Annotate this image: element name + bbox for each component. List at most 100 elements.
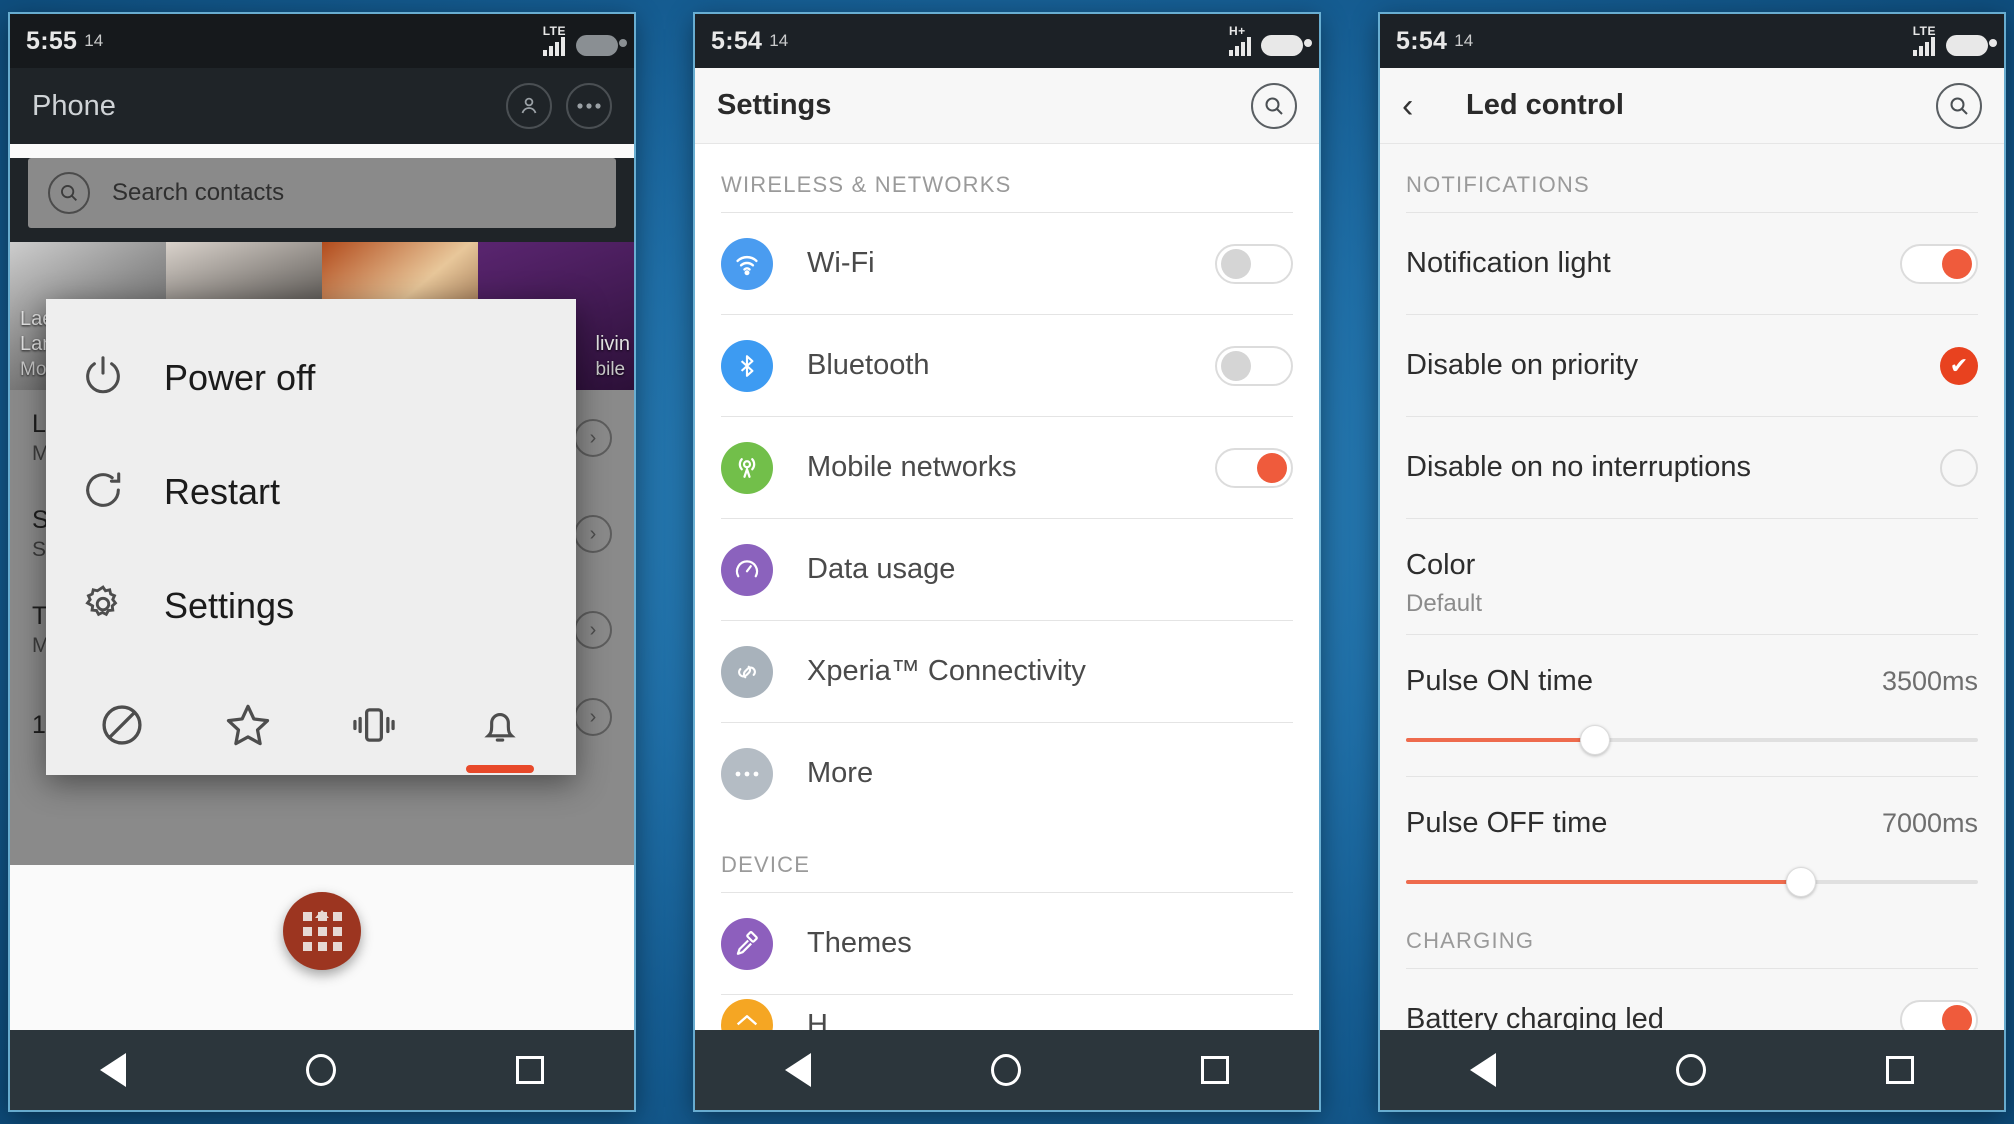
- phone-screen-dialer: 5:55 14 LTE Phone Search contacts Lae La…: [10, 14, 634, 1110]
- row-disable-on-no-interruptions[interactable]: Disable on no interruptions: [1380, 417, 2004, 518]
- status-icons: H+: [1229, 24, 1312, 56]
- row-value: 7000ms: [1881, 808, 1978, 838]
- system-nav-bar: [1380, 1030, 2004, 1110]
- chevron-right-icon[interactable]: ›: [574, 698, 612, 736]
- mobile-networks-toggle[interactable]: [1215, 447, 1293, 488]
- star-icon[interactable]: [210, 687, 286, 763]
- status-seconds: 14: [84, 31, 104, 50]
- settings-app-bar: Settings: [695, 68, 1319, 144]
- sidebar-item-wifi[interactable]: Wi-Fi: [695, 213, 1319, 314]
- bell-icon[interactable]: [462, 687, 538, 773]
- section-header-charging: CHARGING: [1406, 928, 1535, 953]
- home-icon[interactable]: [1676, 1054, 1706, 1086]
- power-icon: [80, 353, 126, 404]
- led-settings-list: NOTIFICATIONS Notification light Disable…: [1380, 144, 2004, 1030]
- recents-icon[interactable]: [1201, 1056, 1229, 1084]
- disable-on-priority-checkbox[interactable]: ✔: [1940, 346, 1978, 385]
- recents-icon[interactable]: [516, 1056, 544, 1084]
- row-disable-on-priority[interactable]: Disable on priority ✔: [1380, 315, 2004, 416]
- block-icon[interactable]: [84, 687, 160, 763]
- sidebar-item-themes[interactable]: Themes: [695, 893, 1319, 994]
- row-title: Notification light: [1406, 247, 1611, 279]
- row-pulse-off-time[interactable]: Pulse OFF time 7000ms: [1380, 777, 2004, 918]
- status-bar: 5:54 14 H+: [695, 14, 1319, 68]
- wifi-toggle[interactable]: [1215, 243, 1293, 284]
- power-off-label: Power off: [164, 357, 316, 398]
- bluetooth-icon: [721, 339, 773, 392]
- network-type-label: H+: [1229, 24, 1246, 38]
- search-input[interactable]: Search contacts: [28, 158, 616, 228]
- led-control-app-bar: ‹ Led control: [1380, 68, 2004, 144]
- notification-light-toggle[interactable]: [1900, 243, 1978, 284]
- settings-button[interactable]: Settings: [46, 549, 576, 663]
- row-pulse-on-time[interactable]: Pulse ON time 3500ms: [1380, 635, 2004, 776]
- battery-charging-led-toggle[interactable]: [1900, 999, 1978, 1030]
- home-icon[interactable]: [991, 1054, 1021, 1086]
- more-vert-icon[interactable]: [566, 83, 612, 129]
- settings-list: WIRELESS & NETWORKS Wi-Fi Bluetooth Mobi…: [695, 144, 1319, 1030]
- bluetooth-toggle[interactable]: [1215, 345, 1293, 386]
- system-nav-bar: [695, 1030, 1319, 1110]
- wifi-icon: [721, 237, 773, 290]
- system-nav-bar: [10, 1030, 634, 1110]
- signal-icon: H+: [1229, 24, 1251, 56]
- signal-icon: LTE: [1912, 25, 1936, 56]
- home-icon[interactable]: [306, 1054, 336, 1086]
- network-type-label: LTE: [542, 24, 566, 38]
- chevron-right-icon[interactable]: ›: [574, 515, 612, 553]
- sidebar-item-label: More: [807, 757, 874, 789]
- sidebar-item-more[interactable]: More: [695, 723, 1319, 824]
- recents-icon[interactable]: [1886, 1056, 1914, 1084]
- back-icon[interactable]: [100, 1053, 126, 1087]
- pulse-on-slider[interactable]: [1406, 725, 1978, 755]
- status-icons: LTE: [1912, 25, 1997, 56]
- row-title: Disable on priority: [1406, 349, 1639, 381]
- dialpad-fab[interactable]: [283, 892, 361, 970]
- row-title: Battery charging led: [1406, 1003, 1664, 1030]
- paint-roller-icon: [721, 917, 773, 970]
- row-battery-charging-led[interactable]: Battery charging led: [1380, 969, 2004, 1030]
- row-title: Pulse OFF time: [1406, 807, 1608, 839]
- vibrate-icon[interactable]: [336, 687, 412, 763]
- mobile-network-icon: [721, 441, 773, 494]
- back-icon[interactable]: [785, 1053, 811, 1087]
- sidebar-item-xperia-connectivity[interactable]: Xperia™ Connectivity: [695, 621, 1319, 722]
- row-notification-light[interactable]: Notification light: [1380, 213, 2004, 314]
- battery-icon: [1946, 35, 1997, 56]
- restart-label: Restart: [164, 471, 281, 512]
- search-icon[interactable]: [1251, 82, 1297, 129]
- back-icon[interactable]: [1470, 1053, 1496, 1087]
- more-horiz-icon: [721, 747, 773, 800]
- person-icon[interactable]: [506, 83, 552, 129]
- row-title: Disable on no interruptions: [1406, 451, 1751, 483]
- dialer-app-bar: Phone: [10, 68, 634, 144]
- chevron-right-icon[interactable]: ›: [574, 611, 612, 649]
- status-time: 5:55: [26, 26, 78, 55]
- row-value: 3500ms: [1881, 666, 1978, 696]
- row-title: Pulse ON time: [1406, 665, 1593, 697]
- data-usage-icon: [721, 543, 773, 596]
- chevron-right-icon[interactable]: ›: [574, 419, 612, 457]
- sidebar-item-label: H: [807, 1008, 828, 1031]
- search-icon[interactable]: [1936, 82, 1982, 129]
- chevron-left-icon[interactable]: ‹: [1402, 89, 1448, 123]
- power-off-button[interactable]: Power off: [46, 321, 576, 435]
- search-area: Search contacts: [10, 158, 634, 242]
- gear-icon: [80, 581, 126, 632]
- disable-on-no-interruptions-checkbox[interactable]: [1940, 448, 1978, 487]
- status-time: 5:54: [711, 26, 763, 55]
- power-menu-dialog: Power off Restart Settings: [46, 299, 576, 775]
- sidebar-item-mobile-networks[interactable]: Mobile networks: [695, 417, 1319, 518]
- sidebar-item-home[interactable]: H: [695, 995, 1319, 1030]
- restart-button[interactable]: Restart: [46, 435, 576, 549]
- settings-label: Settings: [164, 585, 295, 626]
- sidebar-item-data-usage[interactable]: Data usage: [695, 519, 1319, 620]
- section-header-notifications: NOTIFICATIONS: [1406, 172, 1590, 197]
- row-color[interactable]: Color Default: [1380, 519, 2004, 634]
- sidebar-item-label: Themes: [807, 927, 912, 959]
- signal-bars-icon: [1912, 36, 1935, 56]
- sidebar-item-bluetooth[interactable]: Bluetooth: [695, 315, 1319, 416]
- sidebar-item-label: Data usage: [807, 553, 956, 585]
- signal-bars-icon: [542, 36, 565, 56]
- pulse-off-slider[interactable]: [1406, 867, 1978, 897]
